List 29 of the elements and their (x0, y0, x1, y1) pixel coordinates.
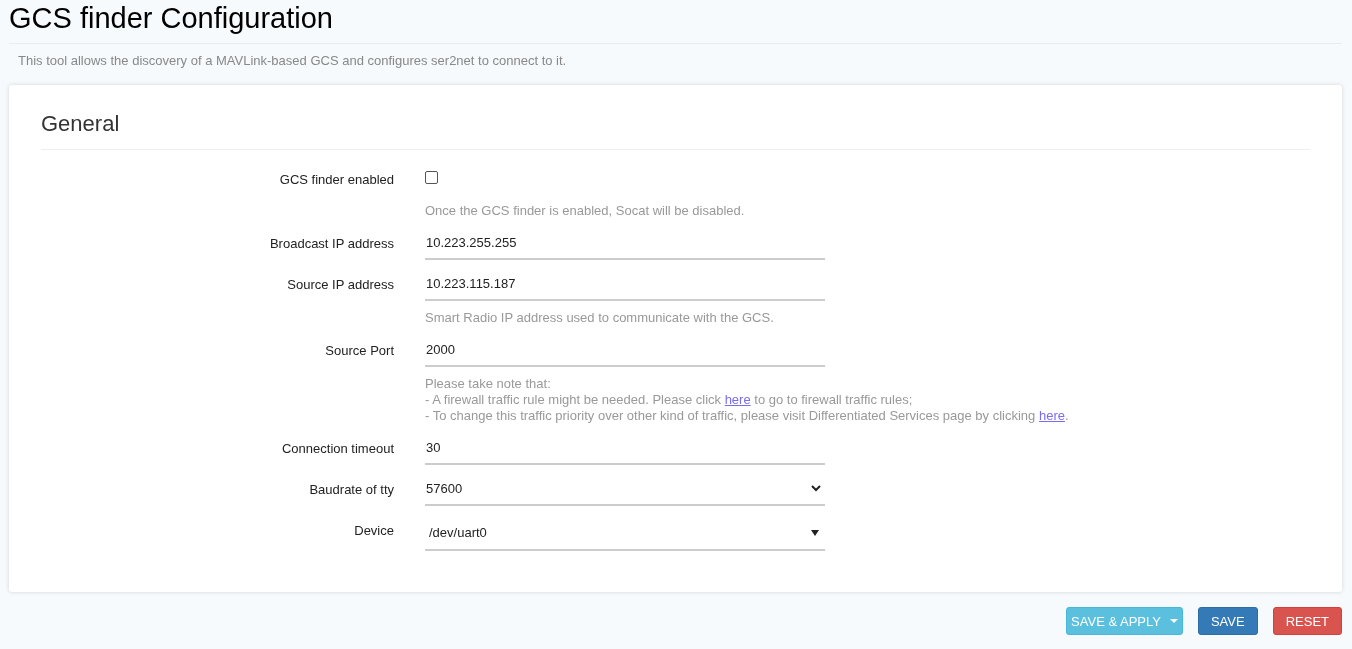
field-label: Device (353, 522, 394, 540)
help-text: Please take note that: (425, 376, 552, 392)
field-label: GCS finder enabled (278, 171, 394, 189)
field-label: Broadcast IP address (268, 235, 394, 253)
checkbox[interactable] (425, 171, 438, 184)
field-label: Source IP address (286, 276, 394, 294)
help-text: Once the GCS finder is enabled, Socat will be disabled. (425, 203, 745, 219)
dropdown-field[interactable]: /dev/uart0 (425, 515, 825, 551)
field-label: Source Port (324, 342, 394, 360)
here-link[interactable]: here (1038, 408, 1065, 423)
help-text: - To change this traffic priority over other kind of traffic, please visit Differentiated Services page by clicking here. (425, 408, 1069, 424)
help-text: - A firewall traffic rule might be needed. Please click here to go to firewall traffic rules; (425, 392, 914, 408)
field-label: Baudrate of tty (308, 481, 394, 499)
page-title: GCS finder Configuration (9, 0, 1342, 44)
input-field[interactable]: 10.223.115.187 (425, 269, 825, 301)
caret-icon (811, 529, 819, 536)
field-label: Connection timeout (281, 440, 394, 458)
reset-button[interactable]: RESET (1272, 607, 1342, 635)
save-button[interactable]: SAVE (1197, 607, 1258, 635)
caret-icon (1169, 619, 1178, 623)
select-field[interactable]: 57600 (425, 474, 825, 506)
here-link[interactable]: here (724, 392, 751, 407)
section-title: General (41, 111, 1310, 150)
input-field[interactable]: 10.223.255.255 (425, 228, 825, 260)
help-text: Smart Radio IP address used to communicate with the GCS. (425, 310, 775, 326)
input-field[interactable]: 2000 (425, 335, 825, 367)
chevron-down-icon (811, 485, 821, 492)
page-description: This tool allows the discovery of a MAVLink-based GCS and configures ser2net to connect to it. (17, 52, 568, 70)
input-field[interactable]: 30 (425, 433, 825, 465)
